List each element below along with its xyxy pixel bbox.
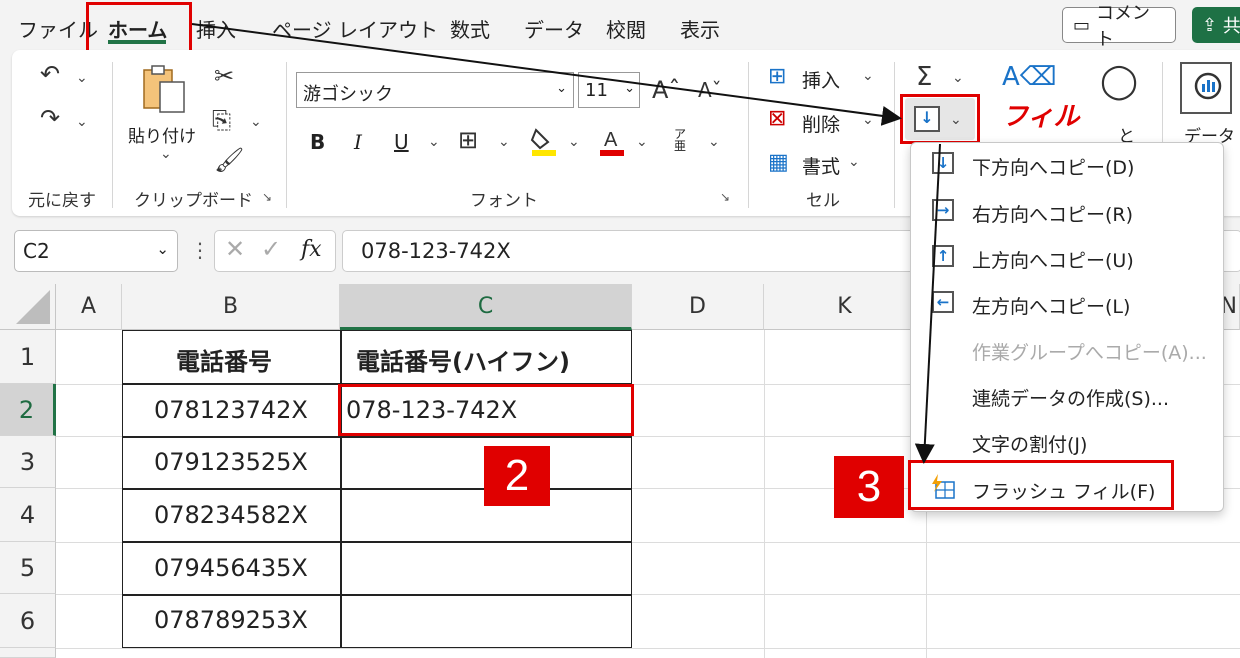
- arrow-fill-to-flash-fill: [914, 143, 941, 464]
- arrow-home-to-fill: [191, 23, 902, 126]
- annotation-arrows: [191, 23, 941, 464]
